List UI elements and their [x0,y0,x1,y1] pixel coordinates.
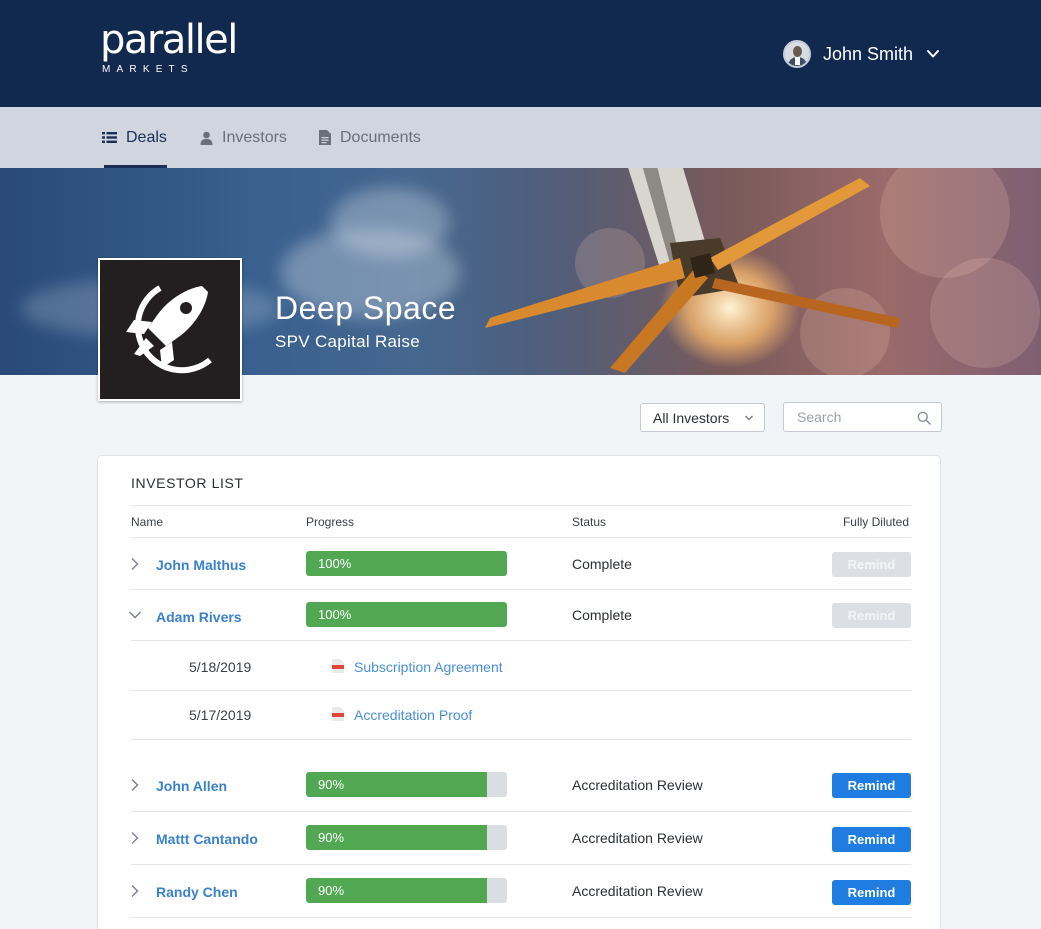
search-input[interactable] [784,403,904,431]
document-link[interactable]: Accreditation Proof [354,707,472,723]
chevron-down-icon [745,415,753,421]
investor-name-link[interactable]: Adam Rivers [156,609,242,625]
deal-logo [98,258,242,401]
progress-bar: 90% [306,878,507,903]
pdf-file-icon [332,659,344,673]
chevron-down-icon [927,50,939,58]
progress-label: 100% [318,607,352,622]
deal-title: Deep Space [275,290,457,326]
brand-name: parallel [100,17,238,63]
column-header-name: Name [131,515,164,529]
tab-documents[interactable]: Documents [319,107,421,168]
status-text: Complete [572,607,632,623]
chevron-right-icon[interactable] [128,557,142,571]
column-header-status: Status [572,515,607,529]
investor-name-link[interactable]: Mattt Cantando [156,831,258,847]
progress-label: 90% [318,883,345,898]
chevron-right-icon[interactable] [128,778,142,792]
progress-label: 100% [318,556,352,571]
document-date: 5/17/2019 [189,707,252,723]
tab-label: Investors [222,128,287,146]
deal-subtitle: SPV Capital Raise [275,332,420,351]
pdf-file-icon [332,707,344,721]
search-icon[interactable] [917,411,931,425]
progress-bar: 90% [306,772,507,797]
progress-label: 90% [318,777,345,792]
status-text: Accreditation Review [572,830,703,846]
top-navbar: parallel MARKETS John Smith [0,0,1041,107]
chevron-right-icon[interactable] [128,884,142,898]
search-box [783,402,942,432]
document-link[interactable]: Subscription Agreement [354,659,503,675]
document-date: 5/18/2019 [189,659,252,675]
user-name: John Smith [822,43,913,64]
tab-investors[interactable]: Investors [200,107,287,168]
progress-label: 90% [318,830,345,845]
rocket-icon [126,285,212,374]
tab-label: Deals [126,128,167,146]
status-text: Complete [572,556,632,572]
list-icon [102,132,117,143]
chevron-right-icon[interactable] [128,831,142,845]
avatar [782,40,811,68]
section-tabs: Deals Investors Documents [0,107,1041,168]
remind-button[interactable]: Remind [832,603,911,628]
investor-name-link[interactable]: John Malthus [156,557,246,573]
status-text: Accreditation Review [572,883,703,899]
user-menu[interactable]: John Smith [782,40,941,68]
document-icon [319,130,331,145]
person-icon [200,131,213,145]
investor-filter-select[interactable]: All Investors [640,403,765,432]
rocket-photo [485,168,900,373]
investor-name-link[interactable]: Randy Chen [156,884,238,900]
remind-button[interactable]: Remind [832,552,911,577]
tab-deals[interactable]: Deals [102,107,167,168]
brand-logo[interactable]: parallel MARKETS [100,17,238,75]
progress-bar: 90% [306,825,507,850]
chevron-down-icon[interactable] [128,608,142,622]
investor-list-title: INVESTOR LIST [131,475,244,491]
column-header-progress: Progress [306,515,355,529]
investor-filter-value: All Investors [653,409,730,426]
investor-name-link[interactable]: John Allen [156,778,227,794]
progress-bar: 100% [306,602,507,627]
tab-label: Documents [340,128,421,146]
brand-tagline: MARKETS [102,64,194,75]
remind-button[interactable]: Remind [832,827,911,852]
remind-button[interactable]: Remind [832,773,911,798]
column-header-fully-diluted: Fully Diluted [842,515,909,529]
investor-list-card: INVESTOR LIST Name Progress Status Fully… [97,455,941,929]
progress-bar: 100% [306,551,507,576]
status-text: Accreditation Review [572,777,703,793]
remind-button[interactable]: Remind [832,880,911,905]
